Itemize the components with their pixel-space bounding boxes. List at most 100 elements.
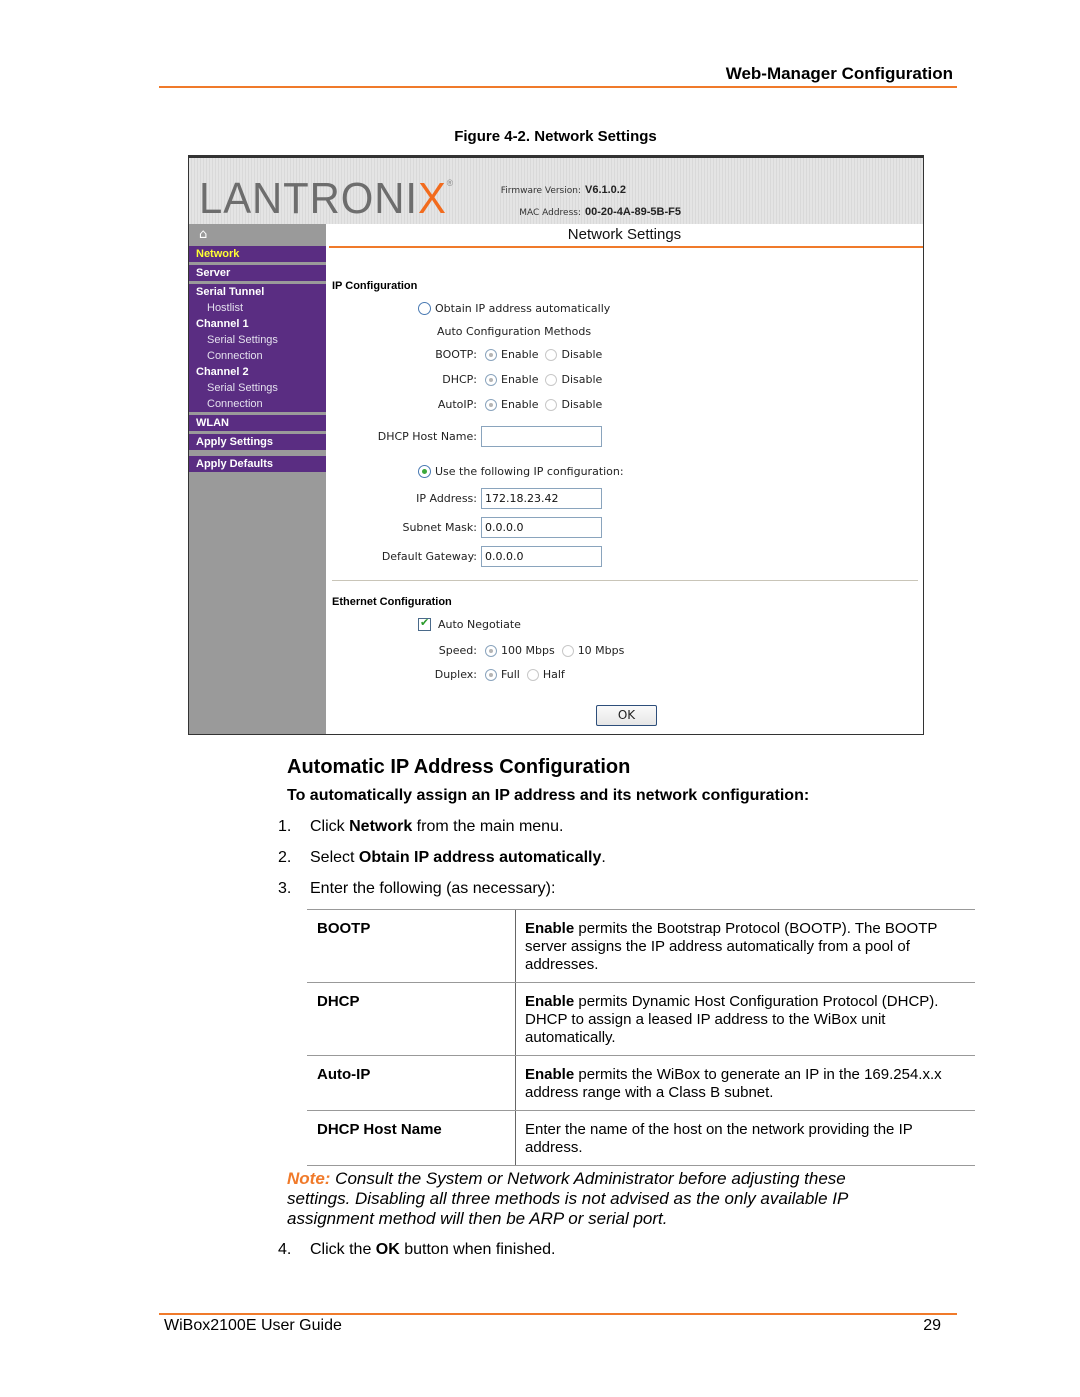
autoip-enable-label: Enable: [501, 398, 539, 411]
section-subheading: To automatically assign an IP address an…: [287, 787, 810, 804]
ip-address-input[interactable]: 172.18.23.42: [481, 488, 602, 509]
sidebar-item-network[interactable]: Network: [189, 246, 326, 262]
step-bold: Network: [349, 818, 413, 835]
sidebar-item-hostlist[interactable]: Hostlist: [189, 300, 326, 316]
step-text: Click: [310, 818, 350, 835]
duplex-full-label: Full: [501, 668, 520, 681]
description-text: permits Dynamic Host Configuration Proto…: [525, 993, 939, 1046]
step-1: 1. Click Network from the main menu.: [278, 818, 563, 836]
mac-value: 00-20-4A-89-5B-F5: [585, 206, 681, 218]
sidebar-item-server[interactable]: Server: [189, 265, 326, 281]
description-text: permits the Bootstrap Protocol (BOOTP). …: [525, 920, 938, 973]
mac-address: MAC Address: 00-20-4A-89-5B-F5: [491, 206, 681, 218]
description-bold: Enable: [525, 1066, 575, 1083]
dhcp-host-name-input[interactable]: [481, 426, 602, 447]
description-bold: Enable: [525, 920, 575, 937]
logo-accent: X: [417, 174, 447, 223]
default-gateway-row: Default Gateway: 0.0.0.0: [366, 546, 602, 567]
methods-label-text: Auto Configuration Methods: [437, 325, 592, 338]
subnet-mask-row: Subnet Mask: 0.0.0.0: [366, 517, 602, 538]
footer-guide-title: WiBox2100E User Guide: [164, 1317, 342, 1334]
description-bold: Enable: [525, 993, 575, 1010]
ip-address-label: IP Address:: [416, 492, 477, 505]
sidebar-item-channel-1[interactable]: Channel 1: [189, 316, 326, 332]
sidebar-item-serial-settings[interactable]: Serial Settings: [189, 380, 326, 396]
sidebar-item-connection[interactable]: Connection: [189, 348, 326, 364]
speed-label: Speed:: [438, 644, 477, 657]
sidebar-item-apply-settings[interactable]: Apply Settings: [189, 434, 326, 450]
ethernet-config-title: Ethernet Configuration: [332, 596, 452, 608]
network-settings-screenshot: LANTRONIX® Firmware Version: V6.1.0.2 MAC…: [188, 155, 924, 735]
auto-methods-label: Auto Configuration Methods: [437, 325, 591, 338]
dhcp-enable-radio[interactable]: [485, 373, 497, 386]
default-gateway-input[interactable]: 0.0.0.0: [481, 546, 602, 567]
sidebar-item-serial-tunnel[interactable]: Serial Tunnel: [189, 284, 326, 300]
settings-definition-table: BOOTP Enable permits the Bootstrap Protoc…: [307, 909, 975, 1166]
bootp-row: BOOTP: Enable Disable: [426, 348, 602, 361]
table-row: DHCP Host Name Enter the name of the host…: [307, 1111, 975, 1166]
note: Note: Consult the System or Network Admi…: [287, 1169, 907, 1229]
bootp-enable-radio[interactable]: [485, 348, 497, 361]
sidebar-item-apply-defaults[interactable]: Apply Defaults: [189, 456, 326, 472]
ip-config-title: IP Configuration: [332, 280, 418, 292]
ip-address-row: IP Address: 172.18.23.42: [366, 488, 602, 509]
step-text: Enter the following (as necessary):: [310, 880, 556, 897]
autoip-row: AutoIP: Enable Disable: [426, 398, 602, 411]
auto-negotiate-checkbox[interactable]: [418, 616, 431, 631]
duplex-half-label: Half: [542, 668, 565, 681]
firmware-value: V6.1.0.2: [585, 184, 626, 196]
sidebar-item-connection[interactable]: Connection: [189, 396, 326, 412]
sidebar: ⌂ Network Server Serial Tunnel Hostlist Chan…: [189, 224, 326, 734]
speed-10-label: 10 Mbps: [577, 644, 625, 657]
step-3: 3. Enter the following (as necessary):: [278, 880, 555, 898]
dhcp-row: DHCP: Enable Disable: [426, 373, 602, 386]
dhcp-disable-radio[interactable]: [545, 373, 558, 386]
step-number: 1.: [278, 818, 292, 835]
bootp-disable-radio[interactable]: [545, 348, 558, 361]
step-text-post: button when finished.: [399, 1241, 556, 1258]
speed-10-radio[interactable]: [561, 644, 574, 657]
autoip-disable-radio[interactable]: [545, 398, 558, 411]
main-panel: Network Settings IP Configuration Obtain…: [326, 224, 923, 734]
table-term: Auto-IP: [307, 1056, 516, 1110]
obtain-auto-option[interactable]: Obtain IP address automatically: [418, 302, 610, 315]
bootp-label: BOOTP:: [435, 348, 477, 361]
speed-row: Speed: 100 Mbps 10 Mbps: [426, 644, 625, 657]
section-heading: Automatic IP Address Configuration: [287, 756, 631, 778]
table-term: DHCP Host Name: [307, 1111, 516, 1165]
step-text-post: from the main menu.: [412, 818, 564, 835]
duplex-full-radio[interactable]: [485, 668, 497, 681]
lantronix-logo: LANTRONIX®: [199, 174, 454, 224]
duplex-half-radio[interactable]: [526, 668, 539, 681]
table-row: Auto-IP Enable permits the WiBox to gener…: [307, 1056, 975, 1111]
autoip-label: AutoIP:: [437, 398, 477, 411]
autoip-enable-radio[interactable]: [485, 398, 497, 411]
obtain-auto-radio[interactable]: [418, 302, 431, 315]
step-2: 2. Select Obtain IP address automatically…: [278, 849, 606, 867]
subnet-mask-input[interactable]: 0.0.0.0: [481, 517, 602, 538]
home-button[interactable]: ⌂: [189, 224, 326, 246]
page-title: Network Settings: [567, 226, 682, 243]
step-text: Select: [310, 849, 359, 866]
logo-text: LANTRONI: [199, 174, 418, 223]
firmware-label: Firmware Version:: [500, 186, 581, 196]
table-term: BOOTP: [307, 910, 516, 982]
table-description: Enable permits Dynamic Host Configuratio…: [516, 983, 975, 1055]
step-number: 2.: [278, 849, 292, 866]
page-header: Web-Manager Configuration: [159, 62, 957, 88]
sidebar-item-serial-settings[interactable]: Serial Settings: [189, 332, 326, 348]
table-row: BOOTP Enable permits the Bootstrap Protoc…: [307, 910, 975, 983]
title-divider: [329, 246, 923, 248]
speed-100-radio[interactable]: [485, 644, 497, 657]
default-gateway-label: Default Gateway:: [381, 550, 477, 563]
step-text: Click the: [310, 1241, 376, 1258]
use-following-label: Use the following IP configuration:: [435, 465, 624, 478]
sidebar-item-wlan[interactable]: WLAN: [189, 415, 326, 431]
use-following-radio[interactable]: [418, 465, 431, 478]
ok-button[interactable]: OK: [596, 705, 657, 726]
obtain-auto-label: Obtain IP address automatically: [435, 302, 611, 315]
sidebar-item-channel-2[interactable]: Channel 2: [189, 364, 326, 380]
auto-negotiate-option[interactable]: Auto Negotiate: [418, 616, 521, 631]
use-following-option[interactable]: Use the following IP configuration:: [418, 465, 624, 478]
dhcp-host-name-row: DHCP Host Name:: [366, 426, 602, 447]
